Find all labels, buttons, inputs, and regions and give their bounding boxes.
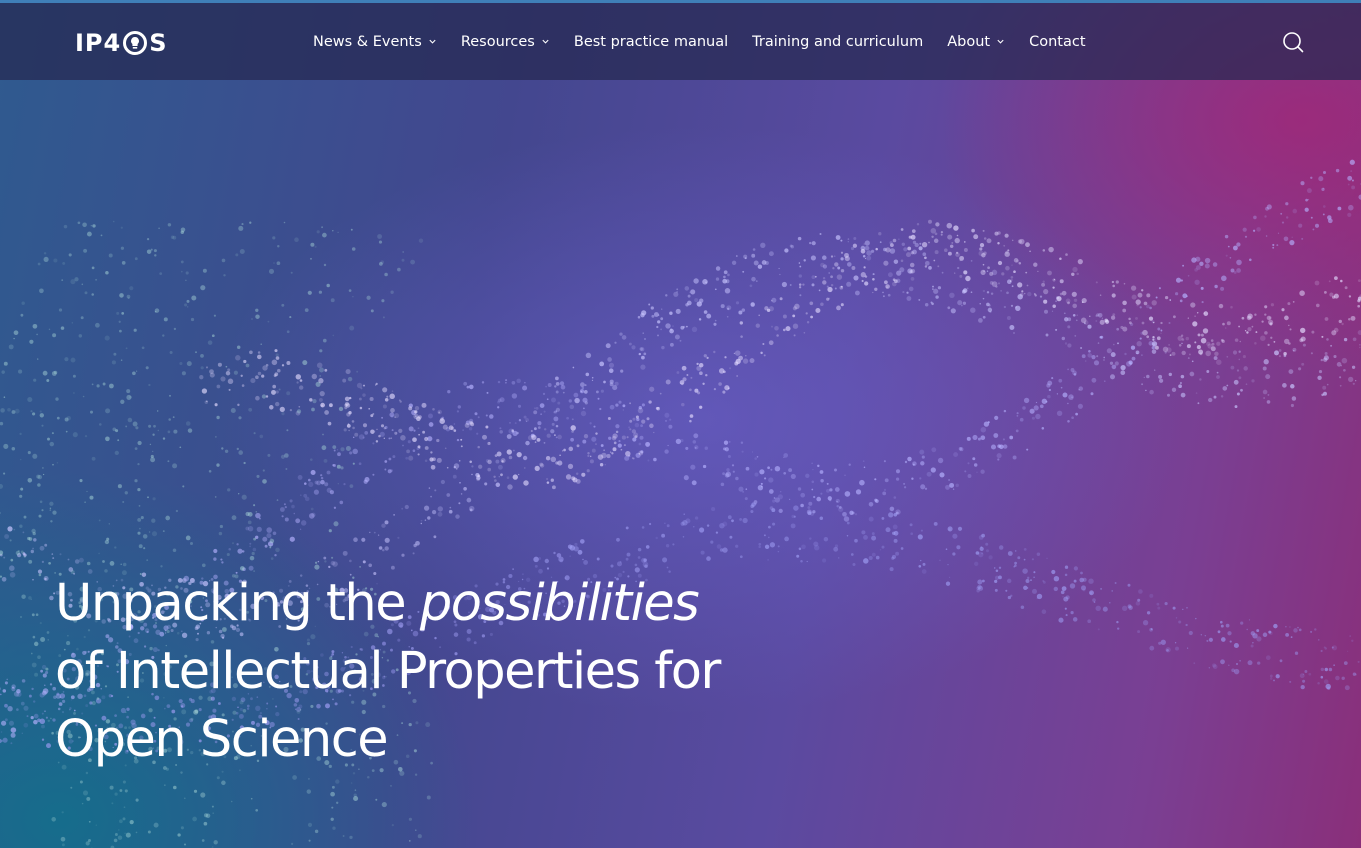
chevron-down-icon bbox=[429, 39, 436, 44]
nav-item-resources[interactable]: Resources bbox=[461, 34, 550, 50]
hero-title: Unpacking the possibilities of Intellect… bbox=[55, 570, 815, 774]
nav-item-label: News & Events bbox=[313, 33, 422, 50]
logo-text-left: IP4 bbox=[75, 29, 122, 57]
page: IP4 S News & Events Resources Best pract… bbox=[0, 0, 1361, 848]
chevron-down-icon bbox=[542, 39, 549, 44]
main-nav: News & Events Resources Best practice ma… bbox=[313, 3, 1110, 80]
hero-title-line-2: of Intellectual Properties for bbox=[55, 642, 721, 701]
nav-item-label: Training and curriculum bbox=[752, 33, 924, 50]
search-icon[interactable] bbox=[1282, 31, 1304, 53]
logo-text-right: S bbox=[149, 29, 168, 57]
site-header: IP4 S News & Events Resources Best pract… bbox=[0, 3, 1361, 80]
chevron-down-icon bbox=[997, 39, 1004, 44]
nav-item-label: About bbox=[947, 33, 991, 50]
site-logo[interactable]: IP4 S bbox=[75, 26, 168, 60]
nav-item-label: Best practice manual bbox=[573, 33, 729, 50]
top-accent-line bbox=[0, 0, 1361, 3]
nav-item-best-practice-manual[interactable]: Best practice manual bbox=[574, 34, 728, 50]
lightbulb-ring-icon bbox=[123, 31, 148, 55]
hero-title-emphasis: possibilities bbox=[419, 574, 700, 633]
hero-title-line-3: Open Science bbox=[55, 710, 389, 769]
nav-item-news-events[interactable]: News & Events bbox=[313, 34, 437, 50]
hero-title-line-1: Unpacking the possibilities bbox=[55, 570, 815, 638]
nav-item-training-curriculum[interactable]: Training and curriculum bbox=[752, 34, 923, 50]
nav-item-contact[interactable]: Contact bbox=[1029, 34, 1085, 50]
nav-item-about[interactable]: About bbox=[947, 34, 1005, 50]
nav-item-label: Contact bbox=[1029, 33, 1086, 50]
hero-title-text: Unpacking the bbox=[55, 574, 420, 633]
nav-item-label: Resources bbox=[460, 33, 535, 50]
